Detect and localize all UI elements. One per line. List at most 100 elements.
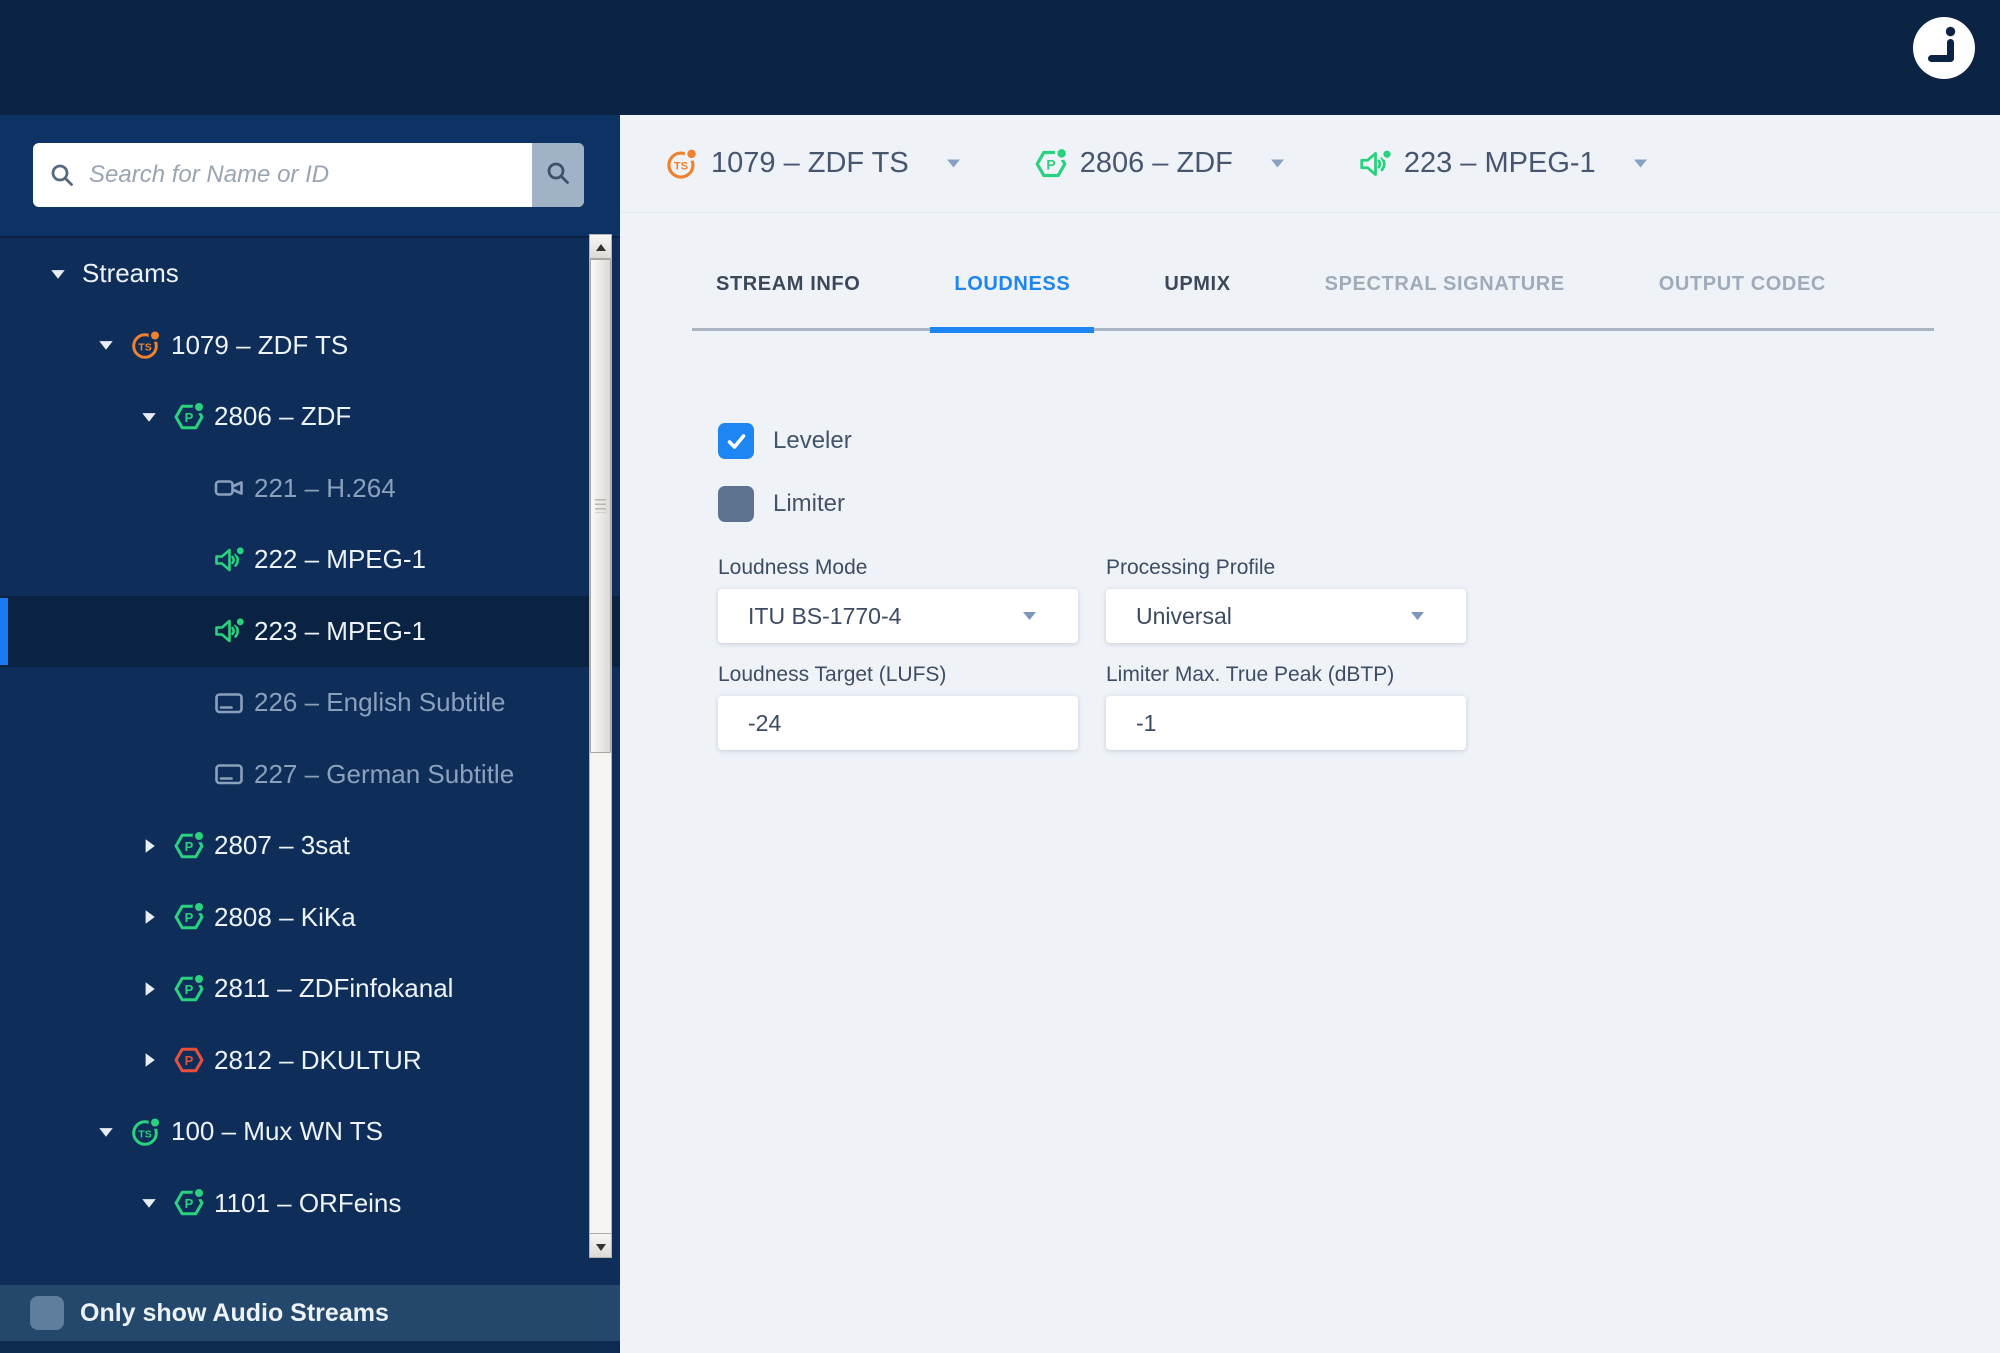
- scrollbar-thumb[interactable]: [590, 259, 611, 753]
- breadcrumb-item[interactable]: P 2806 – ZDF: [1034, 147, 1286, 181]
- chevron-down-icon[interactable]: [945, 157, 962, 170]
- search-input[interactable]: [75, 142, 532, 208]
- brand-logo-icon: [1913, 17, 1975, 79]
- tree-item-label: 2807 – 3sat: [214, 830, 350, 861]
- chevron-down-icon[interactable]: [137, 405, 161, 429]
- tree-item[interactable]: TS1079 – ZDF TS: [0, 310, 620, 382]
- leveler-row[interactable]: Leveler: [718, 423, 852, 459]
- selected-accent-bar: [0, 598, 8, 666]
- subtitle-icon: [213, 687, 245, 719]
- svg-text:P: P: [185, 1196, 194, 1211]
- limiter-row[interactable]: Limiter: [718, 486, 845, 522]
- chevron-down-icon[interactable]: [94, 333, 118, 357]
- tab-label: LOUDNESS: [954, 273, 1070, 296]
- chevron-right-icon[interactable]: [137, 977, 161, 1001]
- tree-item[interactable]: P 2807 – 3sat: [0, 810, 620, 882]
- chevron-down-icon[interactable]: [137, 1191, 161, 1215]
- subtitle-icon: [213, 758, 245, 790]
- tree-item-label: 2812 – DKULTUR: [214, 1045, 422, 1076]
- sidebar-footer: Only show Audio Streams: [0, 1285, 620, 1341]
- svg-text:P: P: [185, 1053, 194, 1068]
- audio-icon: [1358, 147, 1392, 181]
- breadcrumb-item[interactable]: 223 – MPEG-1: [1358, 147, 1649, 181]
- limiter-label: Limiter: [773, 490, 845, 518]
- leveler-label: Leveler: [773, 427, 852, 455]
- tab-label: SPECTRAL SIGNATURE: [1325, 273, 1565, 296]
- limiter-max-true-peak-dbtp-label: Limiter Max. True Peak (dBTP): [1106, 663, 1466, 687]
- program-icon: P: [173, 830, 205, 862]
- tree-item[interactable]: P 2808 – KiKa: [0, 882, 620, 954]
- scroll-up-button[interactable]: [590, 235, 611, 259]
- tab-spectral-signature[interactable]: SPECTRAL SIGNATURE: [1301, 240, 1589, 328]
- tree-item[interactable]: P2811 – ZDFinfokanal: [0, 953, 620, 1025]
- breadcrumb-label: 2806 – ZDF: [1080, 147, 1233, 180]
- limiter-max-true-peak-dbtp-input[interactable]: -1: [1106, 696, 1466, 750]
- chevron-right-icon[interactable]: [137, 1048, 161, 1072]
- tree-item-label: 1079 – ZDF TS: [171, 330, 348, 361]
- tree-item-label: 223 – MPEG-1: [254, 616, 426, 647]
- chevron-down-icon[interactable]: [1632, 157, 1649, 170]
- video-icon: [213, 472, 245, 504]
- tab-stream-info[interactable]: STREAM INFO: [692, 240, 884, 328]
- limiter-checkbox[interactable]: [718, 486, 754, 522]
- search-icon: [545, 160, 571, 191]
- loudness-mode-label: Loudness Mode: [718, 556, 1078, 580]
- sidebar-scrollbar[interactable]: [589, 234, 612, 1258]
- svg-text:P: P: [185, 410, 194, 425]
- chevron-down-icon: [1021, 610, 1038, 623]
- tree-item-label: Streams: [82, 258, 179, 289]
- only-audio-checkbox[interactable]: [30, 1296, 64, 1330]
- processing-profile-field: Processing ProfileUniversal: [1106, 556, 1466, 643]
- tab-upmix[interactable]: UPMIX: [1140, 240, 1254, 328]
- limiter-max-true-peak-dbtp-field: Limiter Max. True Peak (dBTP) -1: [1106, 663, 1466, 750]
- audio-icon: [213, 615, 245, 647]
- breadcrumb: TS 1079 – ZDF TS P 2806 – ZDF 223 – MPEG…: [620, 115, 2000, 213]
- chevron-down-icon[interactable]: [46, 262, 70, 286]
- tree-item[interactable]: TS100 – Mux WN TS: [0, 1096, 620, 1168]
- tree-item-label: 2808 – KiKa: [214, 902, 356, 933]
- tab-output-codec[interactable]: OUTPUT CODEC: [1635, 240, 1850, 328]
- chevron-right-icon[interactable]: [137, 905, 161, 929]
- chevron-down-icon[interactable]: [1269, 157, 1286, 170]
- svg-text:P: P: [185, 982, 194, 997]
- tree-item[interactable]: 227 – German Subtitle: [0, 739, 620, 811]
- active-tab-underline: [930, 327, 1094, 333]
- search-button[interactable]: [532, 143, 584, 207]
- loudness-mode-field: Loudness Mode ITU BS-1770-4: [718, 556, 1078, 643]
- ts-icon: TS: [130, 1116, 162, 1148]
- search-icon: [49, 162, 75, 188]
- field-value: -24: [718, 710, 781, 737]
- chevron-right-icon[interactable]: [137, 834, 161, 858]
- tree-item[interactable]: 226 – English Subtitle: [0, 667, 620, 739]
- field-value: Universal: [1106, 603, 1232, 630]
- loudness-mode-select[interactable]: ITU BS-1770-4: [718, 589, 1078, 643]
- audio-icon: [213, 544, 245, 576]
- tab-bar: STREAM INFO LOUDNESS UPMIX SPECTRAL SIGNATU…: [692, 240, 1934, 331]
- tree-item[interactable]: 223 – MPEG-1: [0, 596, 620, 668]
- tree-item[interactable]: P 2812 – DKULTUR: [0, 1025, 620, 1097]
- leveler-checkbox[interactable]: [718, 423, 754, 459]
- tree-item-label: 226 – English Subtitle: [254, 687, 506, 718]
- tab-label: STREAM INFO: [716, 273, 860, 296]
- tab-label: OUTPUT CODEC: [1659, 273, 1826, 296]
- stream-tree: Streams TS1079 – ZDF TS P2806 – ZDF 221 …: [0, 238, 620, 1285]
- svg-text:P: P: [185, 910, 194, 925]
- tree-item[interactable]: 221 – H.264: [0, 453, 620, 525]
- scroll-down-button[interactable]: [590, 1233, 611, 1257]
- breadcrumb-label: 223 – MPEG-1: [1404, 147, 1596, 180]
- svg-text:P: P: [185, 839, 194, 854]
- loudness-target-lufs-input[interactable]: -24: [718, 696, 1078, 750]
- tree-item[interactable]: 222 – MPEG-1: [0, 524, 620, 596]
- tab-loudness[interactable]: LOUDNESS: [930, 240, 1094, 328]
- breadcrumb-item[interactable]: TS 1079 – ZDF TS: [665, 147, 962, 181]
- tree-item[interactable]: Streams: [0, 238, 620, 310]
- tree-item[interactable]: P 1101 – ORFeins: [0, 1168, 620, 1240]
- tree-item-label: 1101 – ORFeins: [214, 1188, 401, 1219]
- processing-profile-select[interactable]: Universal: [1106, 589, 1466, 643]
- only-audio-label: Only show Audio Streams: [80, 1299, 389, 1328]
- tree-item[interactable]: P2806 – ZDF: [0, 381, 620, 453]
- chevron-down-icon[interactable]: [94, 1120, 118, 1144]
- sidebar-footer-strip: [0, 1341, 620, 1353]
- program-icon: P: [173, 901, 205, 933]
- program-icon: P: [1034, 147, 1068, 181]
